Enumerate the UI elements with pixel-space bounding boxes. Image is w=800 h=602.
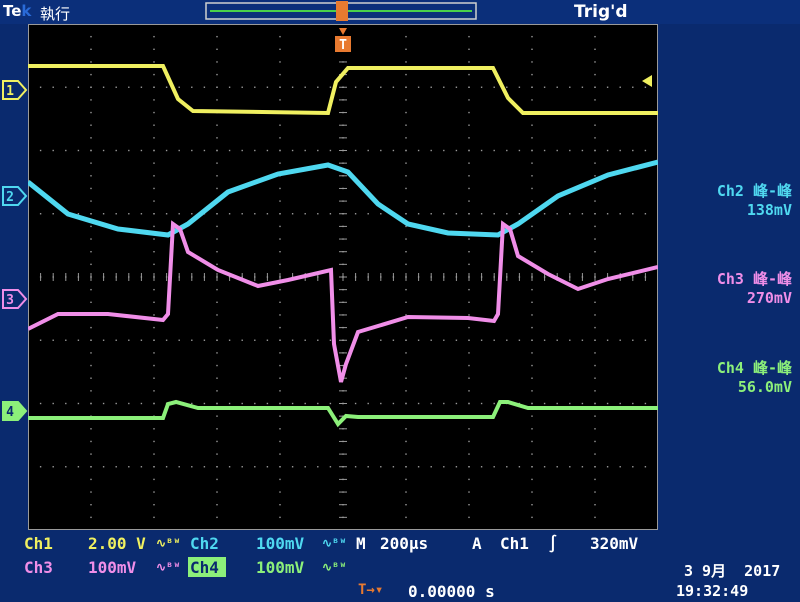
measurement-label: Ch2 峰-峰	[716, 182, 792, 200]
svg-text:1: 1	[6, 84, 14, 99]
graticule	[28, 24, 658, 530]
measurement-ch3: Ch3 峰-峰 270mV	[680, 268, 792, 307]
ch2-marker[interactable]: 2	[2, 186, 28, 206]
ch3-marker[interactable]: 3	[2, 289, 28, 309]
svg-text:2: 2	[6, 190, 14, 205]
measurement-value: 138mV	[746, 201, 792, 219]
brand-logo: Tek	[3, 2, 32, 20]
ch2-name[interactable]: Ch2	[190, 534, 219, 553]
ch3-scale[interactable]: 100mV	[88, 558, 136, 577]
waveform-ch2	[28, 159, 658, 238]
status-bar: Tek 執行 Trig'd	[0, 0, 800, 24]
ch4-scale[interactable]: 100mV	[256, 558, 304, 577]
ch3-name[interactable]: Ch3	[24, 558, 53, 577]
date-readout: 3 9月 2017	[684, 562, 781, 580]
ch4-name[interactable]: Ch4	[190, 558, 219, 577]
trigger-time-marker[interactable]: T	[334, 28, 354, 54]
record-view-indicator	[205, 1, 477, 21]
timebase-prefix: M	[356, 534, 366, 553]
readout-row-1: Ch1 2.00 V ∿ᴮᵂ Ch2 100mV ∿ᴮᵂ M 200µs A C…	[20, 532, 660, 554]
waveform-ch1	[28, 64, 658, 116]
trigger-slope-icon: ∫	[548, 534, 558, 553]
ch4-marker[interactable]: 4	[2, 401, 28, 421]
ch2-scale[interactable]: 100mV	[256, 534, 304, 553]
svg-text:4: 4	[6, 405, 14, 420]
ch1-marker[interactable]: 1	[2, 80, 28, 100]
ch2-bw-limit-icon: ∿ᴮᵂ	[322, 536, 347, 550]
ch1-name[interactable]: Ch1	[24, 534, 53, 553]
waveform-display[interactable]	[28, 24, 658, 530]
readout-row-3: T→▾ 0.00000 s	[350, 580, 670, 602]
time-readout: 19:32:49	[676, 582, 749, 600]
ch1-bw-limit-icon: ∿ᴮᵂ	[156, 536, 181, 550]
measurement-value: 56.0mV	[737, 378, 792, 396]
measurement-ch2: Ch2 峰-峰 138mV	[680, 180, 792, 219]
waveform-ch4	[28, 399, 658, 428]
trigger-level[interactable]: 320mV	[590, 534, 638, 553]
ch1-scale[interactable]: 2.00 V	[88, 534, 146, 553]
measurement-ch4: Ch4 峰-峰 56.0mV	[680, 357, 792, 396]
timebase-value[interactable]: 200µs	[380, 534, 428, 553]
svg-text:3: 3	[6, 293, 14, 308]
run-state-label: 執行	[40, 5, 71, 23]
trigger-status: Trig'd	[574, 2, 628, 22]
measurement-value: 270mV	[746, 289, 792, 307]
horizontal-position-icon: T→▾	[358, 582, 384, 598]
trigger-prefix: A	[472, 534, 482, 553]
horizontal-position[interactable]: 0.00000 s	[408, 582, 495, 601]
measurement-label: Ch4 峰-峰	[716, 359, 792, 377]
measurement-label: Ch3 峰-峰	[716, 270, 792, 288]
trigger-position-icon	[336, 1, 348, 21]
trigger-level-marker[interactable]	[640, 74, 654, 88]
svg-text:T: T	[339, 38, 347, 53]
ch3-bw-limit-icon: ∿ᴮᵂ	[156, 560, 181, 574]
ch4-bw-limit-icon: ∿ᴮᵂ	[322, 560, 347, 574]
readout-row-2: Ch3 100mV ∿ᴮᵂ Ch4 100mV ∿ᴮᵂ	[20, 556, 660, 578]
trigger-source[interactable]: Ch1	[500, 534, 529, 553]
